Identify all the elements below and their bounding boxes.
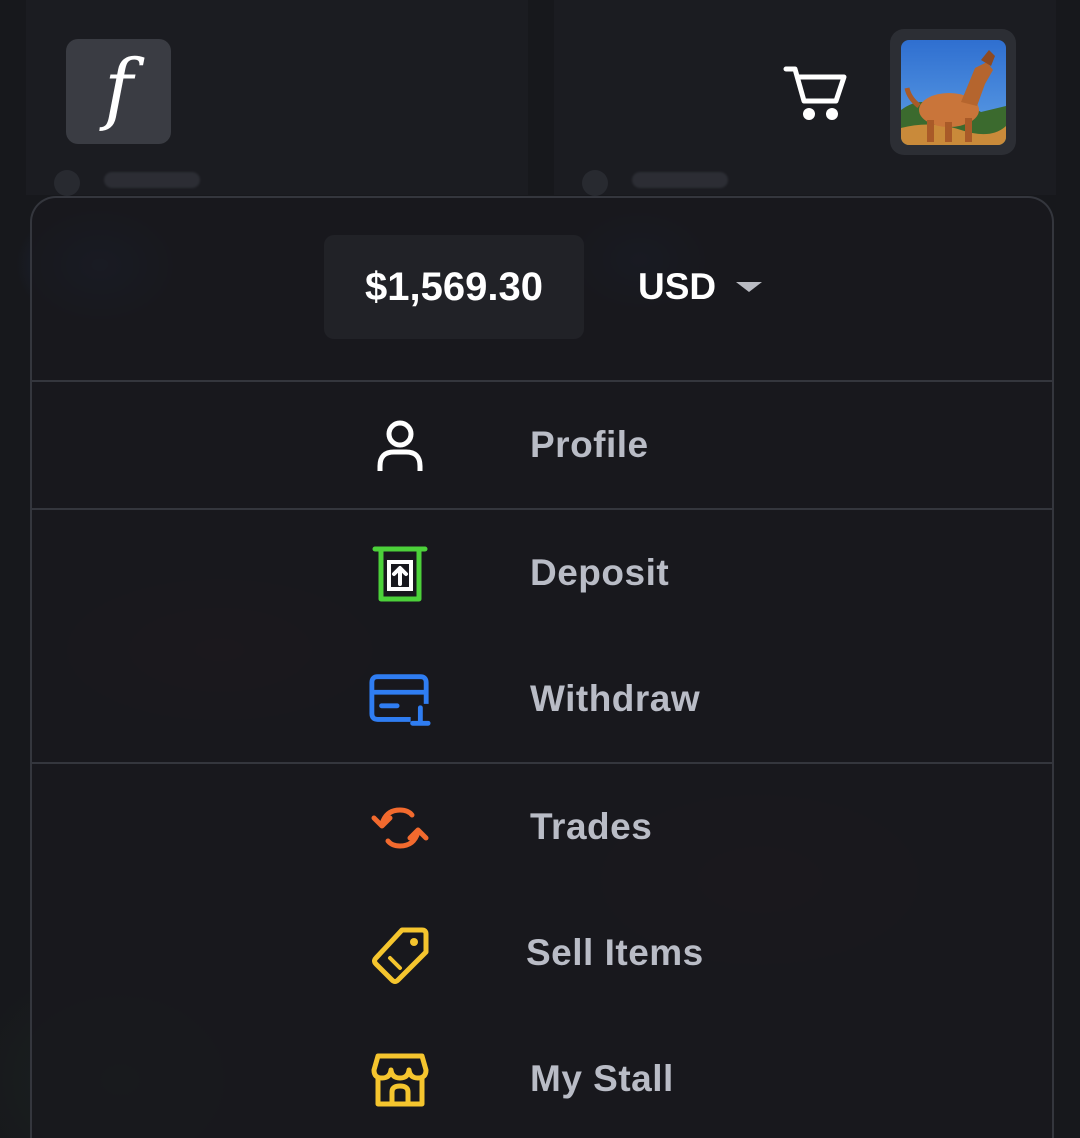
wallet-row: $1,569.30 USD [32,198,1052,380]
exchange-icon [368,796,432,860]
logo-letter: f [104,43,133,134]
user-icon [368,414,432,478]
menu-item-withdraw[interactable]: Withdraw [32,648,1052,748]
app-screen: f $1,569.30 USD Profile Deposit Withdraw… [0,0,1080,1138]
store-icon [368,1048,432,1112]
menu-item-label: Profile [530,424,649,465]
menu-item-label: Trades [530,806,653,847]
menu-item-sell-items[interactable]: Sell Items [32,902,1052,1002]
divider [32,380,1052,382]
cart-button[interactable] [780,62,850,124]
menu-item-label: Withdraw [530,678,701,719]
menu-item-my-stall[interactable]: My Stall [32,1028,1052,1128]
wallet-balance: $1,569.30 [324,235,584,339]
menu-item-label: My Stall [530,1058,674,1099]
menu-item-label: Sell Items [526,932,704,973]
tag-icon [368,922,432,986]
menu-item-profile[interactable]: Profile [32,394,1052,494]
currency-label: USD [638,266,717,307]
credit-card-icon [368,668,432,732]
deposit-icon [368,542,432,606]
menu-item-deposit[interactable]: Deposit [32,522,1052,622]
account-dropdown-panel: $1,569.30 USD Profile Deposit Withdraw T… [30,196,1054,1138]
caret-down-icon [736,282,763,292]
currency-selector[interactable]: USD [638,264,763,310]
divider [32,508,1052,510]
logo-button[interactable]: f [66,39,171,144]
top-header: f [0,0,1080,190]
cart-icon [783,66,847,120]
user-avatar [900,39,1006,145]
menu-item-label: Deposit [530,552,670,593]
divider [32,762,1052,764]
avatar-button[interactable] [890,29,1016,155]
balance-value: $1,569.30 [365,264,543,309]
menu-item-trades[interactable]: Trades [32,776,1052,876]
